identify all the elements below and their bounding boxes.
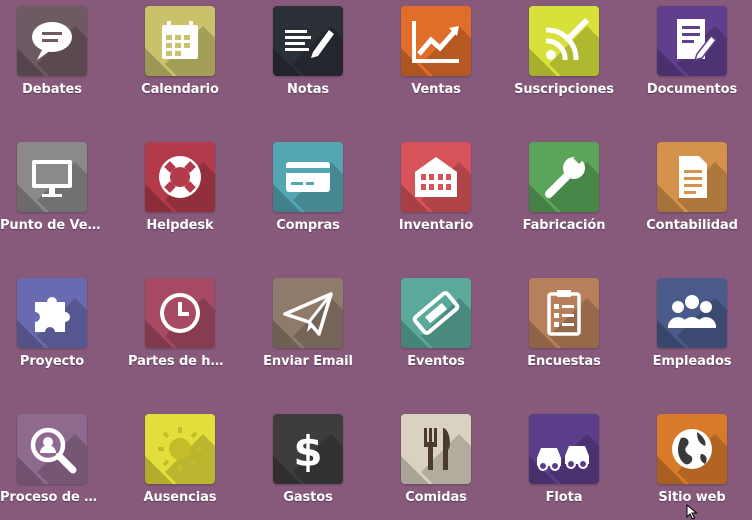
app-grid: Debates Calendario Notas Ventas Suscripcione… <box>0 0 752 520</box>
clock-icon <box>145 278 215 348</box>
app-label: Punto de Ven… <box>0 218 104 233</box>
app-label: Flota <box>545 490 583 505</box>
app-ausencias[interactable]: Ausencias <box>128 408 232 520</box>
app-label: Gastos <box>283 490 333 505</box>
mouse-cursor-icon <box>686 504 698 520</box>
app-label: Documentos <box>646 82 738 97</box>
svg-text:$: $ <box>293 427 322 476</box>
app-documentos[interactable]: Documentos <box>640 0 744 112</box>
clipboard-checklist-icon <box>529 278 599 348</box>
app-label: Inventario <box>398 218 474 233</box>
app-label: Enviar Email <box>263 354 353 369</box>
dollar-sign-icon: $ <box>273 414 343 484</box>
app-label: Fabricación <box>522 218 606 233</box>
warehouse-icon <box>401 142 471 212</box>
lifebuoy-icon <box>145 142 215 212</box>
app-label: Encuestas <box>527 354 601 369</box>
app-label: Proceso de S… <box>0 490 104 505</box>
app-label: Contabilidad <box>646 218 738 233</box>
app-inventario[interactable]: Inventario <box>384 136 488 248</box>
people-group-icon <box>657 278 727 348</box>
app-label: Compras <box>276 218 340 233</box>
app-flota[interactable]: Flota <box>512 408 616 520</box>
app-label: Ausencias <box>143 490 217 505</box>
notes-pen-icon <box>273 6 343 76</box>
paper-plane-icon <box>273 278 343 348</box>
app-punto-de-venta[interactable]: Punto de Ven… <box>0 136 104 248</box>
app-enviar-email[interactable]: Enviar Email <box>256 272 360 384</box>
app-label: Sitio web <box>658 490 726 505</box>
cars-icon <box>529 414 599 484</box>
document-edit-icon <box>657 6 727 76</box>
app-ventas[interactable]: Ventas <box>384 0 488 112</box>
app-proyecto[interactable]: Proyecto <box>0 272 104 384</box>
app-empleados[interactable]: Empleados <box>640 272 744 384</box>
line-chart-icon <box>401 6 471 76</box>
app-label: Calendario <box>141 82 219 97</box>
puzzle-piece-icon <box>17 278 87 348</box>
calendar-icon <box>145 6 215 76</box>
invoice-icon <box>657 142 727 212</box>
app-helpdesk[interactable]: Helpdesk <box>128 136 232 248</box>
app-eventos[interactable]: Eventos <box>384 272 488 384</box>
app-suscripciones[interactable]: Suscripciones <box>512 0 616 112</box>
app-label: Notas <box>286 82 330 97</box>
credit-card-icon <box>273 142 343 212</box>
app-label: Eventos <box>407 354 465 369</box>
app-comidas[interactable]: Comidas <box>384 408 488 520</box>
monitor-icon <box>17 142 87 212</box>
app-label: Proyecto <box>19 354 85 369</box>
app-fabricacion[interactable]: Fabricación <box>512 136 616 248</box>
app-label: Empleados <box>652 354 732 369</box>
app-label: Comidas <box>405 490 467 505</box>
chat-bubble-icon <box>17 6 87 76</box>
app-proceso-de-seleccion[interactable]: Proceso de S… <box>0 408 104 520</box>
app-calendario[interactable]: Calendario <box>128 0 232 112</box>
app-contabilidad[interactable]: Contabilidad <box>640 136 744 248</box>
globe-icon <box>657 414 727 484</box>
app-encuestas[interactable]: Encuestas <box>512 272 616 384</box>
app-debates[interactable]: Debates <box>0 0 104 112</box>
sun-icon <box>145 414 215 484</box>
fork-knife-icon <box>401 414 471 484</box>
app-partes-de-horas[interactable]: Partes de hor… <box>128 272 232 384</box>
app-label: Debates <box>22 82 82 97</box>
app-label: Suscripciones <box>514 82 614 97</box>
rss-feed-icon <box>529 6 599 76</box>
magnifier-person-icon <box>17 414 87 484</box>
app-label: Partes de hor… <box>128 354 232 369</box>
app-gastos[interactable]: $ Gastos <box>256 408 360 520</box>
app-compras[interactable]: Compras <box>256 136 360 248</box>
wrench-icon <box>529 142 599 212</box>
app-notas[interactable]: Notas <box>256 0 360 112</box>
app-label: Ventas <box>411 82 461 97</box>
ticket-icon <box>401 278 471 348</box>
app-label: Helpdesk <box>146 218 214 233</box>
